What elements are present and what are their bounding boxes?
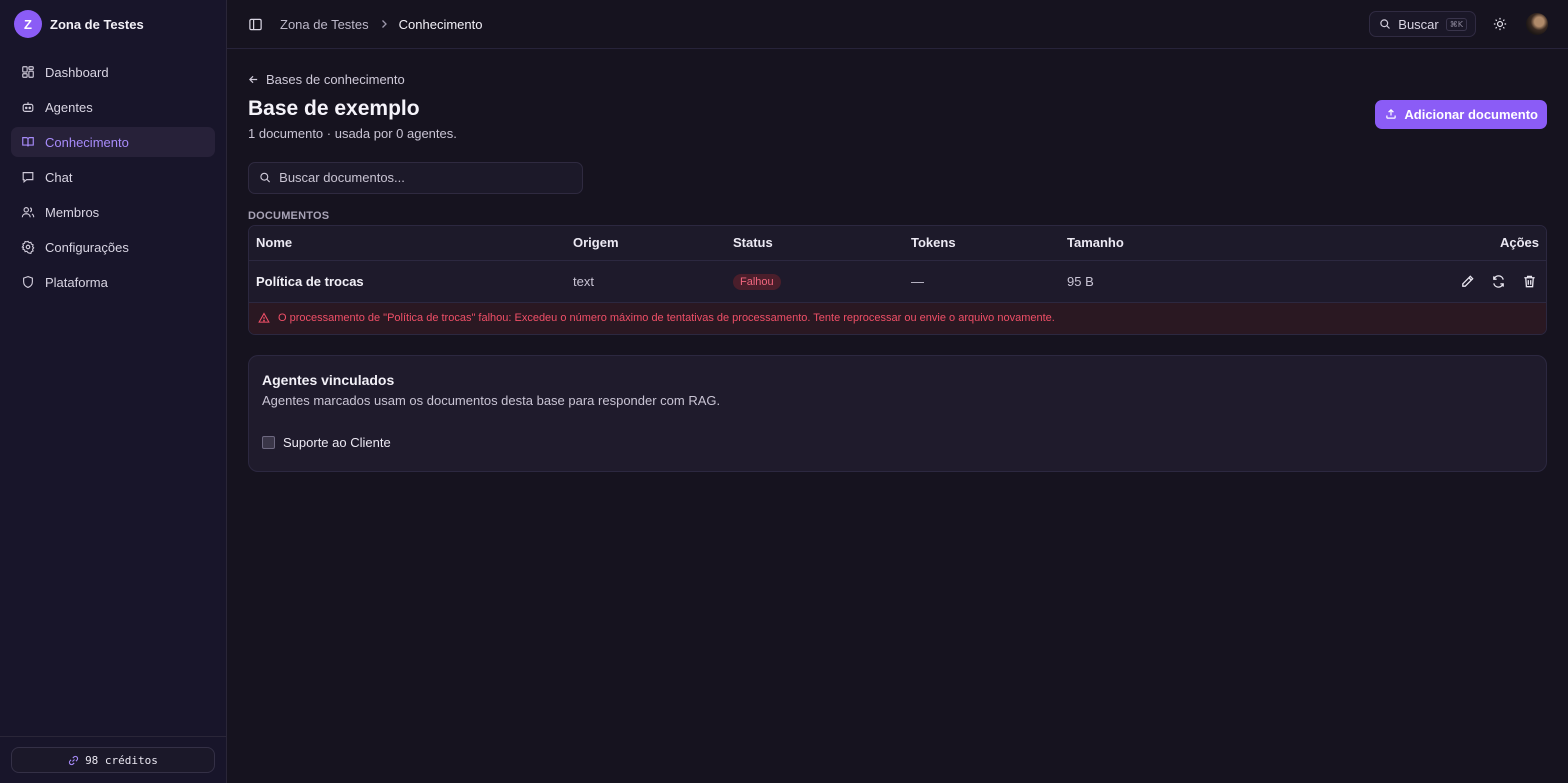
document-status: Falhou bbox=[733, 273, 911, 290]
workspace-switcher[interactable]: Z Zona de Testes bbox=[0, 0, 226, 48]
edit-icon[interactable] bbox=[1460, 274, 1475, 289]
sidebar-item-label: Agentes bbox=[45, 99, 93, 115]
back-link[interactable]: Bases de conhecimento bbox=[248, 71, 405, 87]
link-icon bbox=[69, 755, 79, 765]
gear-icon bbox=[21, 240, 35, 254]
global-search-button[interactable]: Buscar ⌘K bbox=[1369, 11, 1476, 37]
upload-icon bbox=[1386, 109, 1397, 119]
reprocess-icon[interactable] bbox=[1491, 274, 1506, 289]
add-document-button[interactable]: Adicionar documento bbox=[1375, 99, 1547, 129]
shield-icon bbox=[23, 275, 33, 289]
page-title: Base de exemplo bbox=[248, 96, 420, 120]
workspace-avatar: Z bbox=[14, 10, 42, 38]
credits-label: 98 créditos bbox=[85, 753, 158, 767]
chevron-right-icon bbox=[381, 20, 387, 28]
sidebar-item-label: Plataforma bbox=[45, 274, 108, 290]
sidebar-item-label: Membros bbox=[45, 204, 100, 220]
sidebar-footer: 98 créditos bbox=[0, 736, 226, 783]
breadcrumb-current: Conhecimento bbox=[398, 16, 483, 32]
sidebar-nav: Dashboard Agentes Conhecimento Chat Memb… bbox=[0, 48, 226, 297]
document-name[interactable]: Política de trocas bbox=[256, 274, 573, 289]
credits-badge[interactable]: 98 créditos bbox=[11, 747, 215, 773]
arrow-left-icon bbox=[248, 75, 258, 83]
sidebar-item-conhecimento[interactable]: Conhecimento bbox=[11, 127, 215, 157]
topbar-actions: Buscar ⌘K bbox=[1369, 11, 1548, 37]
sidebar-item-label: Configurações bbox=[45, 239, 129, 255]
users-icon bbox=[21, 207, 35, 218]
linked-agents-card: Agentes vinculados Agentes marcados usam… bbox=[248, 354, 1547, 472]
sidebar-toggle-icon[interactable] bbox=[248, 17, 263, 32]
row-actions bbox=[1267, 274, 1539, 289]
main-area: Zona de Testes Conhecimento Buscar ⌘K Ba… bbox=[227, 0, 1568, 783]
linked-agents-description: Agentes marcados usam os documentos dest… bbox=[262, 392, 721, 408]
warning-icon bbox=[258, 312, 270, 323]
topbar: Zona de Testes Conhecimento Buscar ⌘K bbox=[227, 0, 1568, 49]
chat-icon bbox=[22, 172, 34, 184]
add-document-label: Adicionar documento bbox=[1404, 106, 1538, 122]
column-header-origin[interactable]: Origem bbox=[573, 235, 733, 250]
sidebar-item-chat[interactable]: Chat bbox=[11, 162, 215, 192]
search-shortcut: ⌘K bbox=[1445, 17, 1467, 31]
table-header: Nome Origem Status Tokens Tamanho Ações bbox=[249, 225, 1546, 261]
error-message: O processamento de "Política de trocas" … bbox=[249, 302, 1546, 334]
sidebar-item-label: Conhecimento bbox=[45, 134, 129, 150]
bot-icon bbox=[22, 102, 34, 112]
title-row: Base de exemplo 1 documento · usada por … bbox=[248, 97, 1547, 141]
sidebar-item-membros[interactable]: Membros bbox=[11, 197, 215, 227]
agent-checkbox-label[interactable]: Suporte ao Cliente bbox=[283, 435, 391, 450]
document-search bbox=[248, 161, 583, 194]
page-content: Bases de conhecimento Base de exemplo 1 … bbox=[227, 49, 1568, 472]
page-subtitle: 1 documento · usada por 0 agentes. bbox=[248, 125, 457, 141]
agent-checkbox-row[interactable]: Suporte ao Cliente bbox=[262, 435, 1533, 450]
document-search-input[interactable] bbox=[279, 170, 572, 185]
trash-icon[interactable] bbox=[1522, 274, 1537, 289]
documents-table: Nome Origem Status Tokens Tamanho Ações … bbox=[248, 224, 1547, 335]
table-row[interactable]: Política de trocas text Falhou — 95 B bbox=[249, 260, 1546, 303]
column-header-actions: Ações bbox=[1499, 235, 1539, 250]
sidebar-item-plataforma[interactable]: Plataforma bbox=[11, 267, 215, 297]
linked-agents-title: Agentes vinculados bbox=[262, 371, 395, 388]
column-header-status[interactable]: Status bbox=[733, 235, 911, 250]
back-link-label: Bases de conhecimento bbox=[266, 71, 405, 87]
sidebar-item-label: Chat bbox=[45, 169, 73, 185]
sidebar: Z Zona de Testes Dashboard Agentes Conhe… bbox=[0, 0, 227, 783]
column-header-name[interactable]: Nome bbox=[256, 235, 573, 250]
status-badge: Falhou bbox=[733, 273, 781, 290]
document-size: 95 B bbox=[1067, 273, 1094, 289]
error-text: O processamento de "Política de trocas" … bbox=[278, 312, 1055, 324]
document-tokens: — bbox=[911, 273, 924, 289]
sidebar-item-agentes[interactable]: Agentes bbox=[11, 92, 215, 122]
breadcrumb-workspace[interactable]: Zona de Testes bbox=[280, 17, 369, 32]
search-icon bbox=[1380, 19, 1391, 29]
book-icon bbox=[22, 137, 34, 147]
sidebar-item-configuracoes[interactable]: Configurações bbox=[11, 232, 215, 262]
sidebar-item-label: Dashboard bbox=[45, 64, 109, 80]
documents-section-label: DOCUMENTOS bbox=[248, 209, 330, 222]
dashboard-icon bbox=[22, 66, 34, 78]
agent-checkbox[interactable] bbox=[262, 435, 275, 449]
sidebar-item-dashboard[interactable]: Dashboard bbox=[11, 57, 215, 87]
column-header-size[interactable]: Tamanho bbox=[1067, 235, 1267, 250]
sun-icon bbox=[1493, 17, 1507, 31]
user-avatar[interactable] bbox=[1526, 13, 1548, 35]
workspace-name: Zona de Testes bbox=[50, 16, 144, 32]
column-header-tokens[interactable]: Tokens bbox=[911, 235, 1067, 250]
theme-toggle-button[interactable] bbox=[1488, 12, 1512, 36]
search-icon bbox=[260, 172, 271, 183]
search-label: Buscar bbox=[1398, 16, 1439, 32]
document-origin: text bbox=[573, 273, 594, 289]
